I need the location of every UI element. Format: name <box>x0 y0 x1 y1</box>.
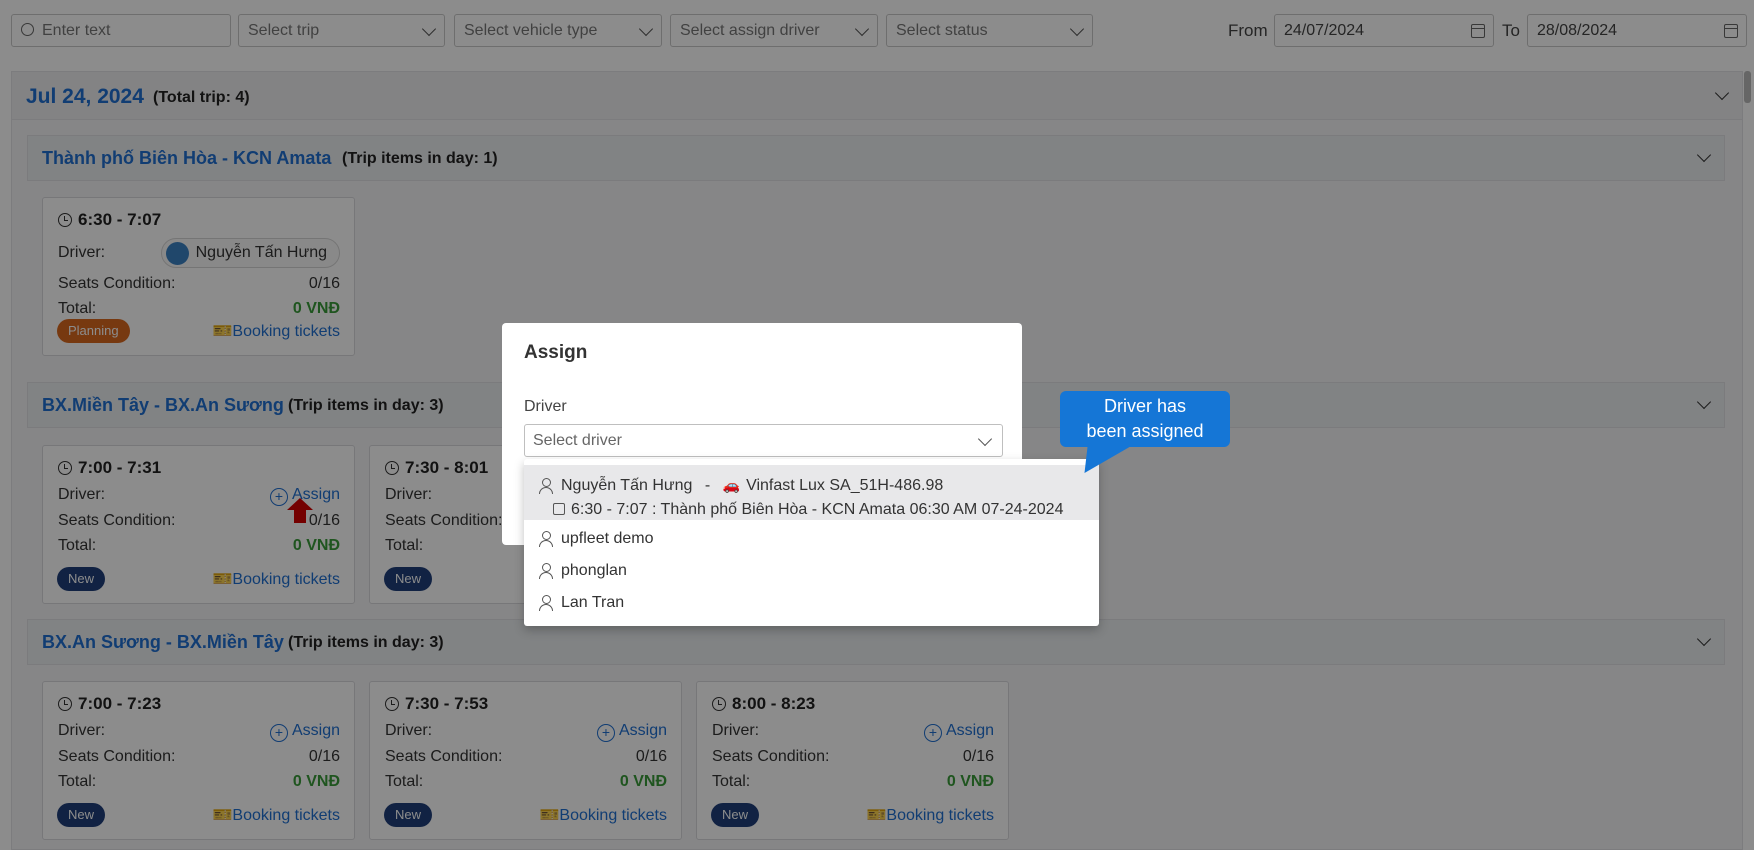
user-icon <box>539 478 553 494</box>
driver-select[interactable]: Select driver <box>524 424 1003 457</box>
callout-line-1: Driver has <box>1103 396 1187 416</box>
driver-select-placeholder: Select driver <box>533 432 622 449</box>
option-vehicle: Vinfast Lux SA_51H-486.98 <box>746 477 944 494</box>
user-icon <box>539 563 553 579</box>
modal-title: Assign <box>524 342 588 363</box>
option-driver-name: phonglan <box>561 562 627 579</box>
driver-option[interactable]: Lan Tran <box>524 589 1099 619</box>
driver-option[interactable]: upfleet demo <box>524 525 1099 555</box>
driver-dropdown: Nguyễn Tấn Hưng - 🚗 Vinfast Lux SA_51H-48… <box>524 459 1099 626</box>
driver-field-label: Driver <box>524 398 567 415</box>
callout-line-2: been assigned <box>1086 421 1204 441</box>
calendar-icon <box>553 503 565 515</box>
annotation-callout: Driver has been assigned <box>1060 391 1230 447</box>
user-icon <box>539 531 553 547</box>
option-driver-name: Nguyễn Tấn Hưng <box>561 477 693 494</box>
car-icon: 🚗 <box>722 477 741 493</box>
option-driver-name: upfleet demo <box>561 530 654 547</box>
option-schedule: 6:30 - 7:07 : Thành phố Biên Hòa - KCN A… <box>571 501 1064 518</box>
chevron-down-icon <box>977 431 993 447</box>
driver-option[interactable]: Nguyễn Tấn Hưng - 🚗 Vinfast Lux SA_51H-48… <box>524 465 1099 520</box>
option-driver-name: Lan Tran <box>561 594 625 611</box>
user-icon <box>539 595 553 611</box>
driver-option[interactable]: phonglan <box>524 557 1099 587</box>
